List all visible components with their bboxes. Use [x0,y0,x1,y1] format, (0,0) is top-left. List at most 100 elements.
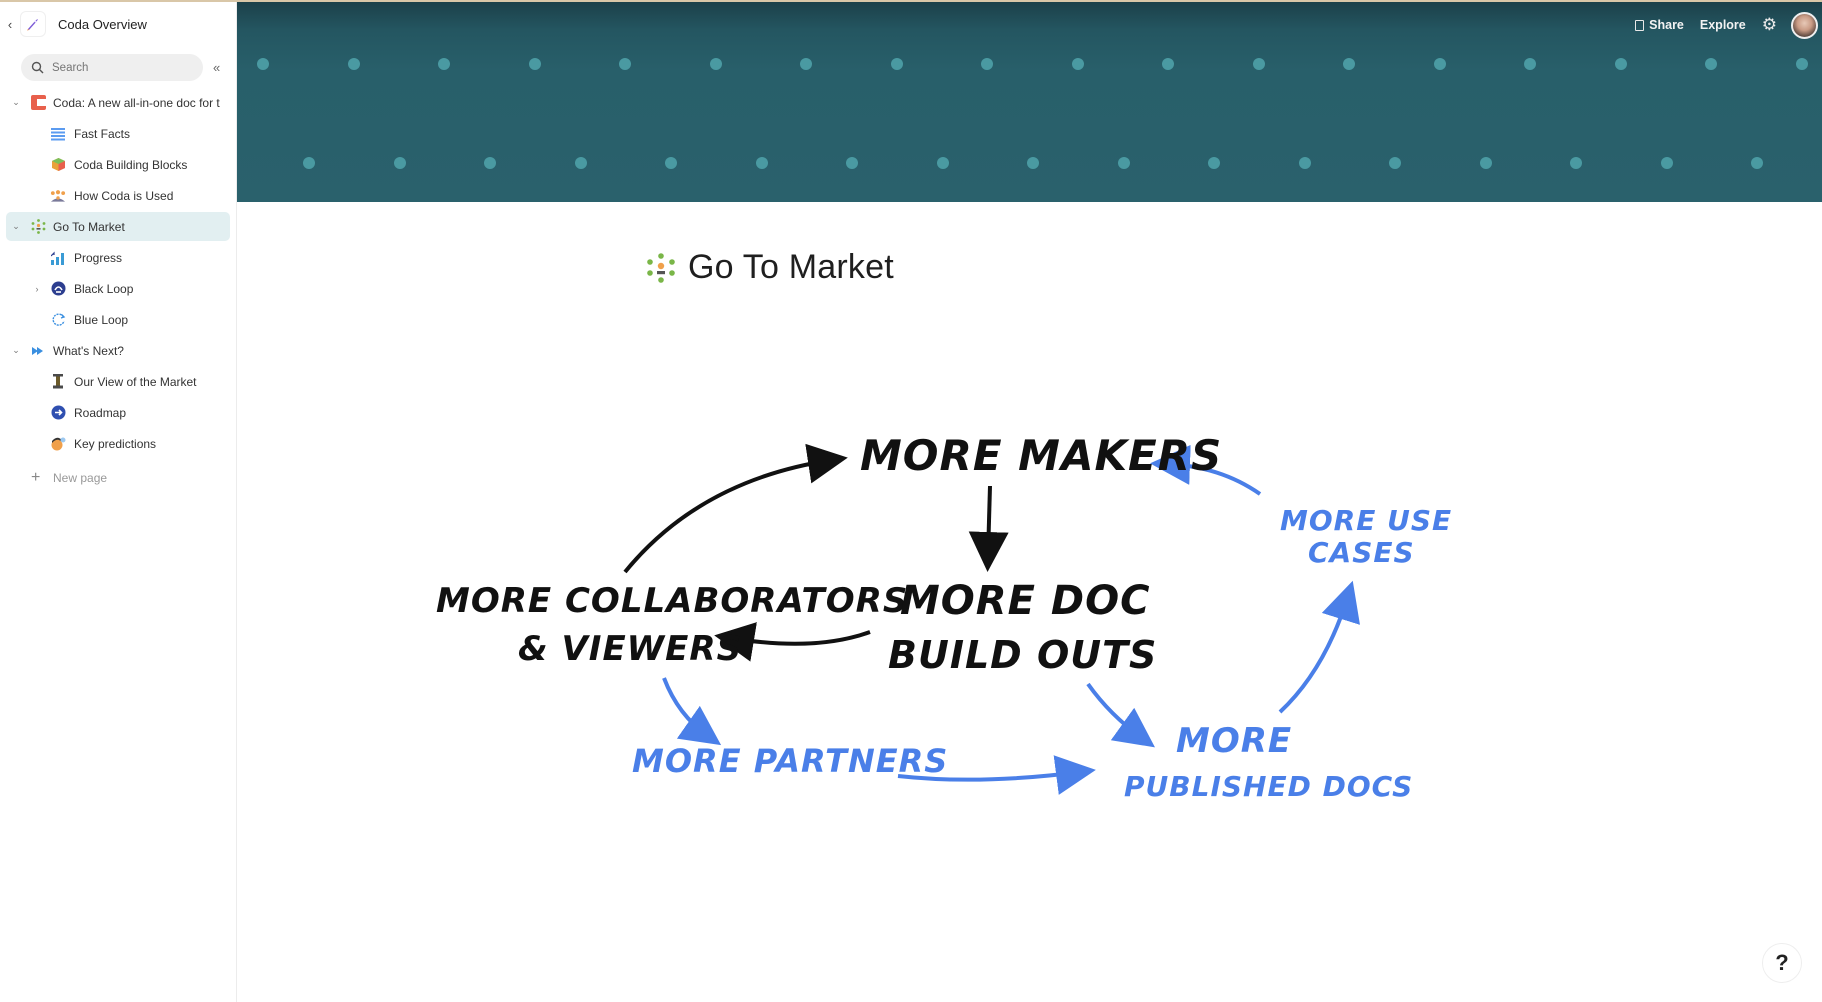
people-icon [50,188,66,204]
chevron-down-icon[interactable]: ⌄ [10,221,22,232]
banner-dot [755,157,768,169]
help-button[interactable]: ? [1762,943,1802,983]
node-more-collaborators: More collaborators [436,581,908,621]
banner-dot [1343,58,1355,70]
banner-dot [1071,58,1084,70]
search-box[interactable] [21,54,203,81]
banner-dot [665,157,677,169]
sidebar-item-key-predictions[interactable]: Key predictions [6,429,230,458]
chevron-right-icon[interactable]: › [31,284,43,294]
banner-dot [936,157,949,169]
banner-dot [438,58,450,70]
sidebar-item-label: Go To Market [53,219,125,234]
node-more-makers: More Makers [860,431,1222,480]
arrow-collaborators-to-partners [662,677,722,746]
banner-dot [1027,157,1039,169]
banner-dot [619,58,631,70]
sidebar-item-label: Roadmap [74,405,127,420]
node-more: More [1176,721,1292,761]
doc-title[interactable]: Coda Overview [58,17,147,32]
banner-dot [1479,157,1492,169]
node-published-docs: Published Docs [1124,770,1413,803]
loop-icon [50,281,66,297]
coda-logo-icon [30,95,46,111]
bar-chart-icon [50,250,66,266]
arrow-doc-to-collaborators [714,622,871,662]
banner-dot [1751,157,1763,169]
top-actions: Share Explore ⚙ [1635,10,1822,40]
refresh-icon [50,312,66,328]
window-top-border [0,0,1822,2]
sidebar-item-coda-new-doc[interactable]: ⌄ Coda: A new all-in-one doc for t [6,88,230,117]
banner-dot [709,58,722,70]
sidebar-item-how-coda-is-used[interactable]: How Coda is Used [6,181,230,210]
banner-dot [846,157,858,169]
node-and-viewers: & viewers [518,629,742,669]
sidebar-item-whats-next[interactable]: ⌄ What's Next? [6,336,230,365]
sidebar-item-our-view-of-the-market[interactable]: Our View of the Market [6,367,230,396]
chevron-down-icon[interactable]: ⌄ [10,345,22,356]
page-banner [237,0,1822,202]
sidebar-item-black-loop[interactable]: › Black Loop [6,274,230,303]
node-cases: cases [1308,536,1415,569]
sidebar-item-label: Progress [74,250,123,265]
sidebar-item-label: Our View of the Market [74,374,197,389]
sidebar-item-coda-building-blocks[interactable]: Coda Building Blocks [6,150,230,179]
sidebar-item-label: Coda: A new all-in-one doc for t [53,95,220,110]
sidebar-item-label: How Coda is Used [74,188,174,203]
team-dots-icon [30,219,46,235]
search-row: « [21,54,237,81]
banner-dot [528,58,541,70]
node-more-use: More use [1280,504,1452,537]
banner-dot [1208,157,1220,169]
banner-dot [1705,58,1717,70]
node-build-outs: Build outs [888,633,1157,677]
fast-forward-icon [30,343,46,359]
list-icon [50,126,66,142]
banner-dot [347,58,360,70]
banner-dot [574,157,587,169]
search-input[interactable] [52,61,182,74]
banner-dot [1795,58,1808,70]
gear-icon[interactable]: ⚙ [1762,15,1777,35]
document-icon [1635,19,1645,31]
sidebar-item-label: Black Loop [74,281,134,296]
banner-dot [303,157,315,169]
growth-loop-diagram: More Makers More collaborators & viewers… [436,431,1452,803]
sidebar-item-fast-facts[interactable]: Fast Facts [6,119,230,148]
explore-button[interactable]: Explore [1700,18,1746,32]
sidebar-item-progress[interactable]: Progress [6,243,230,272]
banner-dot [1570,157,1582,169]
sidebar-item-label: What's Next? [53,343,124,358]
chevron-down-icon[interactable]: ⌄ [10,97,22,108]
avatar[interactable] [1791,11,1818,39]
back-chevron-icon[interactable]: ‹ [2,17,18,32]
share-button[interactable]: Share [1635,18,1684,32]
arrow-published-to-use-cases [1278,580,1360,714]
plus-icon: + [31,468,41,486]
banner-dot [393,157,406,169]
arrow-doc-to-published [1086,682,1155,748]
banner-dot [1660,157,1673,169]
explore-label: Explore [1699,18,1746,32]
sidebar: ‹ Coda Overview « ⌄ Coda: A new a [0,0,237,1002]
doc-header: ‹ Coda Overview [0,6,237,42]
node-more-doc: More Doc [900,578,1150,624]
fortune-teller-icon [50,436,66,452]
sidebar-item-go-to-market[interactable]: ⌄ Go To Market [6,212,230,241]
banner-dot [800,58,812,70]
banner-dot [1162,58,1174,70]
blocks-icon [50,157,66,173]
banner-dot [1252,58,1265,70]
arrow-makers-to-doc [968,485,1009,572]
sidebar-item-label: Coda Building Blocks [74,157,188,172]
banner-dot [890,58,903,70]
sidebar-item-label: Key predictions [74,436,157,451]
banner-dot [1524,58,1536,70]
collapse-sidebar-icon[interactable]: « [213,60,220,75]
new-page-button[interactable]: + New page [6,463,230,492]
share-label: Share [1649,18,1684,32]
sidebar-item-blue-loop[interactable]: Blue Loop [6,305,230,334]
sidebar-item-roadmap[interactable]: Roadmap [6,398,230,427]
banner-dot [257,58,269,70]
